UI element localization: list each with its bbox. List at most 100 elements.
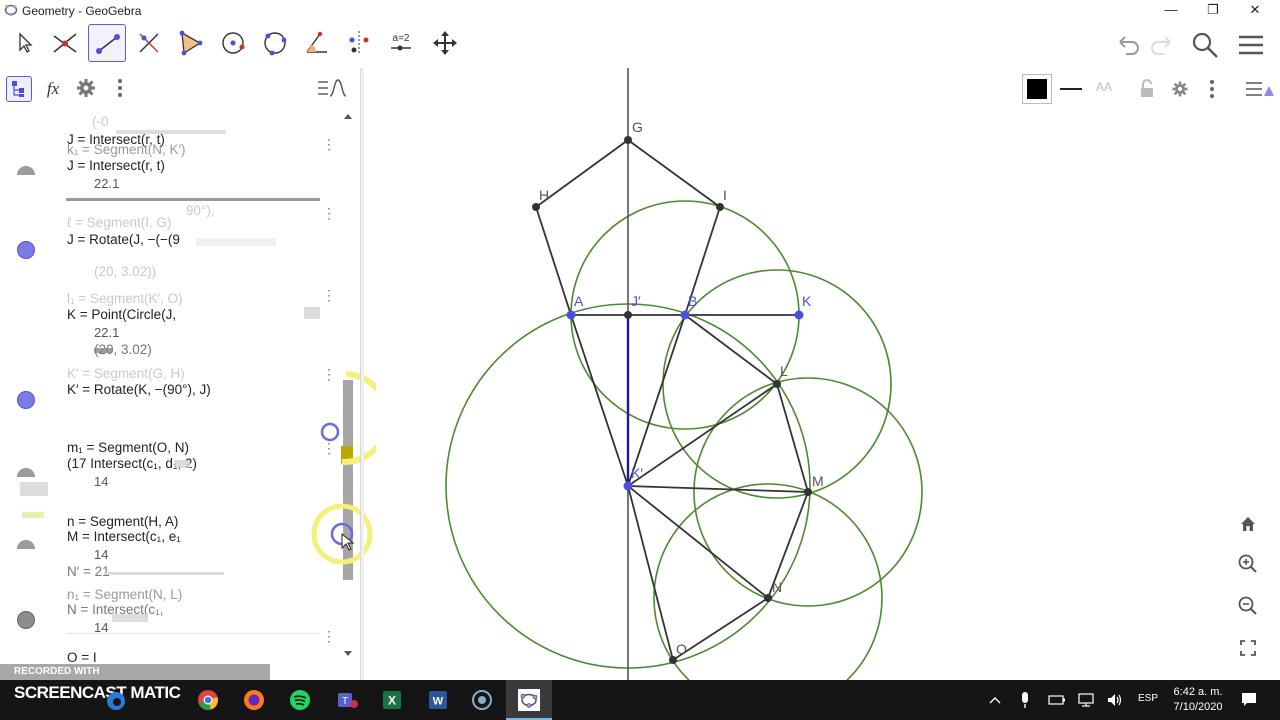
spotify-icon[interactable]	[288, 688, 312, 712]
main-menu-button[interactable]	[1236, 30, 1266, 60]
word-icon[interactable]: W	[426, 688, 450, 712]
keyboard-language[interactable]: ESP	[1138, 693, 1158, 704]
screencast-record-icon[interactable]	[470, 688, 494, 712]
minimize-button[interactable]: —	[1150, 0, 1192, 22]
visibility-toggle[interactable]	[17, 241, 35, 259]
visibility-toggle[interactable]	[17, 611, 35, 629]
algebra-row-label: l₁ = Segment(K′, O)	[67, 291, 183, 306]
reflect-icon	[349, 31, 369, 55]
intersect-tool-button[interactable]	[46, 24, 84, 62]
algebra-row-value: 22.1	[94, 325, 120, 340]
algebra-row-label: O = I	[67, 650, 97, 664]
firefox-browser-icon[interactable]	[242, 688, 266, 712]
label-L: L	[780, 363, 788, 379]
redo-button[interactable]	[1148, 30, 1178, 60]
svg-text:X: X	[388, 694, 396, 708]
move-tool-button[interactable]	[4, 24, 42, 62]
search-button[interactable]	[1190, 30, 1220, 60]
microphone-icon[interactable]	[1018, 691, 1032, 709]
kebab-menu-icon	[118, 79, 122, 97]
excel-icon[interactable]: X	[380, 688, 404, 712]
title-bar: Geometry - GeoGebra — ❐ ✕	[0, 0, 1280, 22]
circle-center-point-tool-button[interactable]	[214, 24, 252, 62]
battery-icon[interactable]	[1048, 693, 1066, 707]
slider-tool-button[interactable]: a=2	[382, 24, 420, 62]
undo-button[interactable]	[1112, 30, 1142, 60]
visibility-toggle[interactable]	[17, 468, 35, 477]
row-menu-icon[interactable]: ⋮	[322, 629, 336, 643]
network-icon[interactable]	[1078, 692, 1094, 708]
algebra-row-label: J = Intersect(r, t)	[67, 158, 165, 173]
volume-icon[interactable]	[1106, 691, 1124, 709]
algebra-settings-button[interactable]	[74, 76, 100, 102]
svg-text:T: T	[342, 696, 348, 707]
scroll-down-icon[interactable]	[343, 650, 353, 658]
point-J-prime[interactable]	[624, 311, 632, 319]
move-graphics-icon	[433, 31, 457, 55]
reflect-tool-button[interactable]	[340, 24, 378, 62]
visibility-toggle[interactable]	[17, 391, 35, 409]
graphing-view-toggle-button[interactable]	[316, 76, 348, 102]
point-N[interactable]	[764, 594, 772, 602]
graphics-settings-icon[interactable]	[1170, 79, 1190, 99]
fullscreen-icon	[1240, 640, 1256, 656]
teams-icon[interactable]: T	[334, 688, 358, 712]
point-K-prime[interactable]	[623, 481, 633, 491]
fullscreen-button[interactable]	[1232, 632, 1264, 664]
segment-tool-button[interactable]	[88, 24, 126, 62]
algebra-row-label: ℓ = Segment(I, G)	[67, 215, 172, 230]
input-fx-button[interactable]: fx	[40, 76, 66, 102]
point-M[interactable]	[804, 488, 812, 496]
perpendicular-line-tool-button[interactable]	[130, 24, 168, 62]
angle-icon	[306, 31, 327, 53]
polygon-tool-button[interactable]	[172, 24, 210, 62]
move-graphics-tool-button[interactable]	[426, 24, 464, 62]
row-menu-icon[interactable]: ⋮	[322, 137, 336, 151]
windows-taskbar: SCREENCAST MATIC T X W ESP 6:42 a. m. 7/…	[0, 680, 1280, 720]
algebra-description-button[interactable]	[6, 76, 32, 102]
restore-button[interactable]: ❐	[1192, 0, 1234, 22]
point-A[interactable]	[566, 310, 576, 320]
edge-browser-icon[interactable]	[104, 689, 128, 713]
point-G[interactable]	[624, 136, 632, 144]
algebra-more-button[interactable]	[108, 76, 134, 102]
zoom-out-button[interactable]	[1232, 590, 1264, 622]
algebra-row-label: K′ = Segment(G, H)	[67, 366, 185, 381]
geogebra-taskbar-button[interactable]	[506, 680, 552, 720]
home-button[interactable]	[1232, 508, 1264, 540]
font-size-button[interactable]: AA	[1096, 80, 1112, 94]
row-menu-icon[interactable]: ⋮	[322, 206, 336, 220]
circle-three-points-tool-button[interactable]	[256, 24, 294, 62]
graphics-view[interactable]: G H I A J′ B K L K′ M N O	[364, 68, 1280, 680]
scroll-up-icon[interactable]	[343, 112, 353, 120]
close-button[interactable]: ✕	[1234, 0, 1276, 22]
chevron-up-icon[interactable]	[988, 694, 1002, 706]
algebra-row-label: K′ = Rotate(K, −(90°), J)	[67, 382, 211, 397]
point-K[interactable]	[794, 310, 804, 320]
label-N: N	[772, 579, 782, 595]
point-H[interactable]	[532, 203, 540, 211]
home-icon	[1241, 517, 1255, 531]
kebab-menu-icon[interactable]	[1206, 79, 1218, 99]
label-G: G	[632, 119, 643, 135]
line-style-button[interactable]	[1060, 88, 1082, 90]
lock-icon[interactable]	[1138, 79, 1156, 99]
view-menu-icon[interactable]	[1244, 78, 1276, 100]
point-I[interactable]	[716, 203, 724, 211]
point-O[interactable]	[669, 656, 677, 664]
circle-three-points-icon	[264, 32, 287, 56]
zoom-in-button[interactable]	[1232, 548, 1264, 580]
visibility-toggle[interactable]	[17, 540, 35, 549]
label-B: B	[688, 293, 697, 309]
visibility-toggle[interactable]	[17, 166, 35, 175]
segments	[535, 139, 809, 661]
angle-tool-button[interactable]	[298, 24, 336, 62]
system-clock[interactable]: 6:42 a. m. 7/10/2020	[1168, 685, 1228, 715]
point-B[interactable]	[680, 310, 690, 320]
segment-icon	[96, 34, 120, 54]
point-L[interactable]	[773, 380, 781, 388]
chrome-browser-icon[interactable]	[196, 688, 220, 712]
row-menu-icon[interactable]: ⋮	[322, 288, 336, 302]
notifications-icon[interactable]	[1240, 691, 1258, 709]
color-button[interactable]	[1022, 74, 1052, 104]
